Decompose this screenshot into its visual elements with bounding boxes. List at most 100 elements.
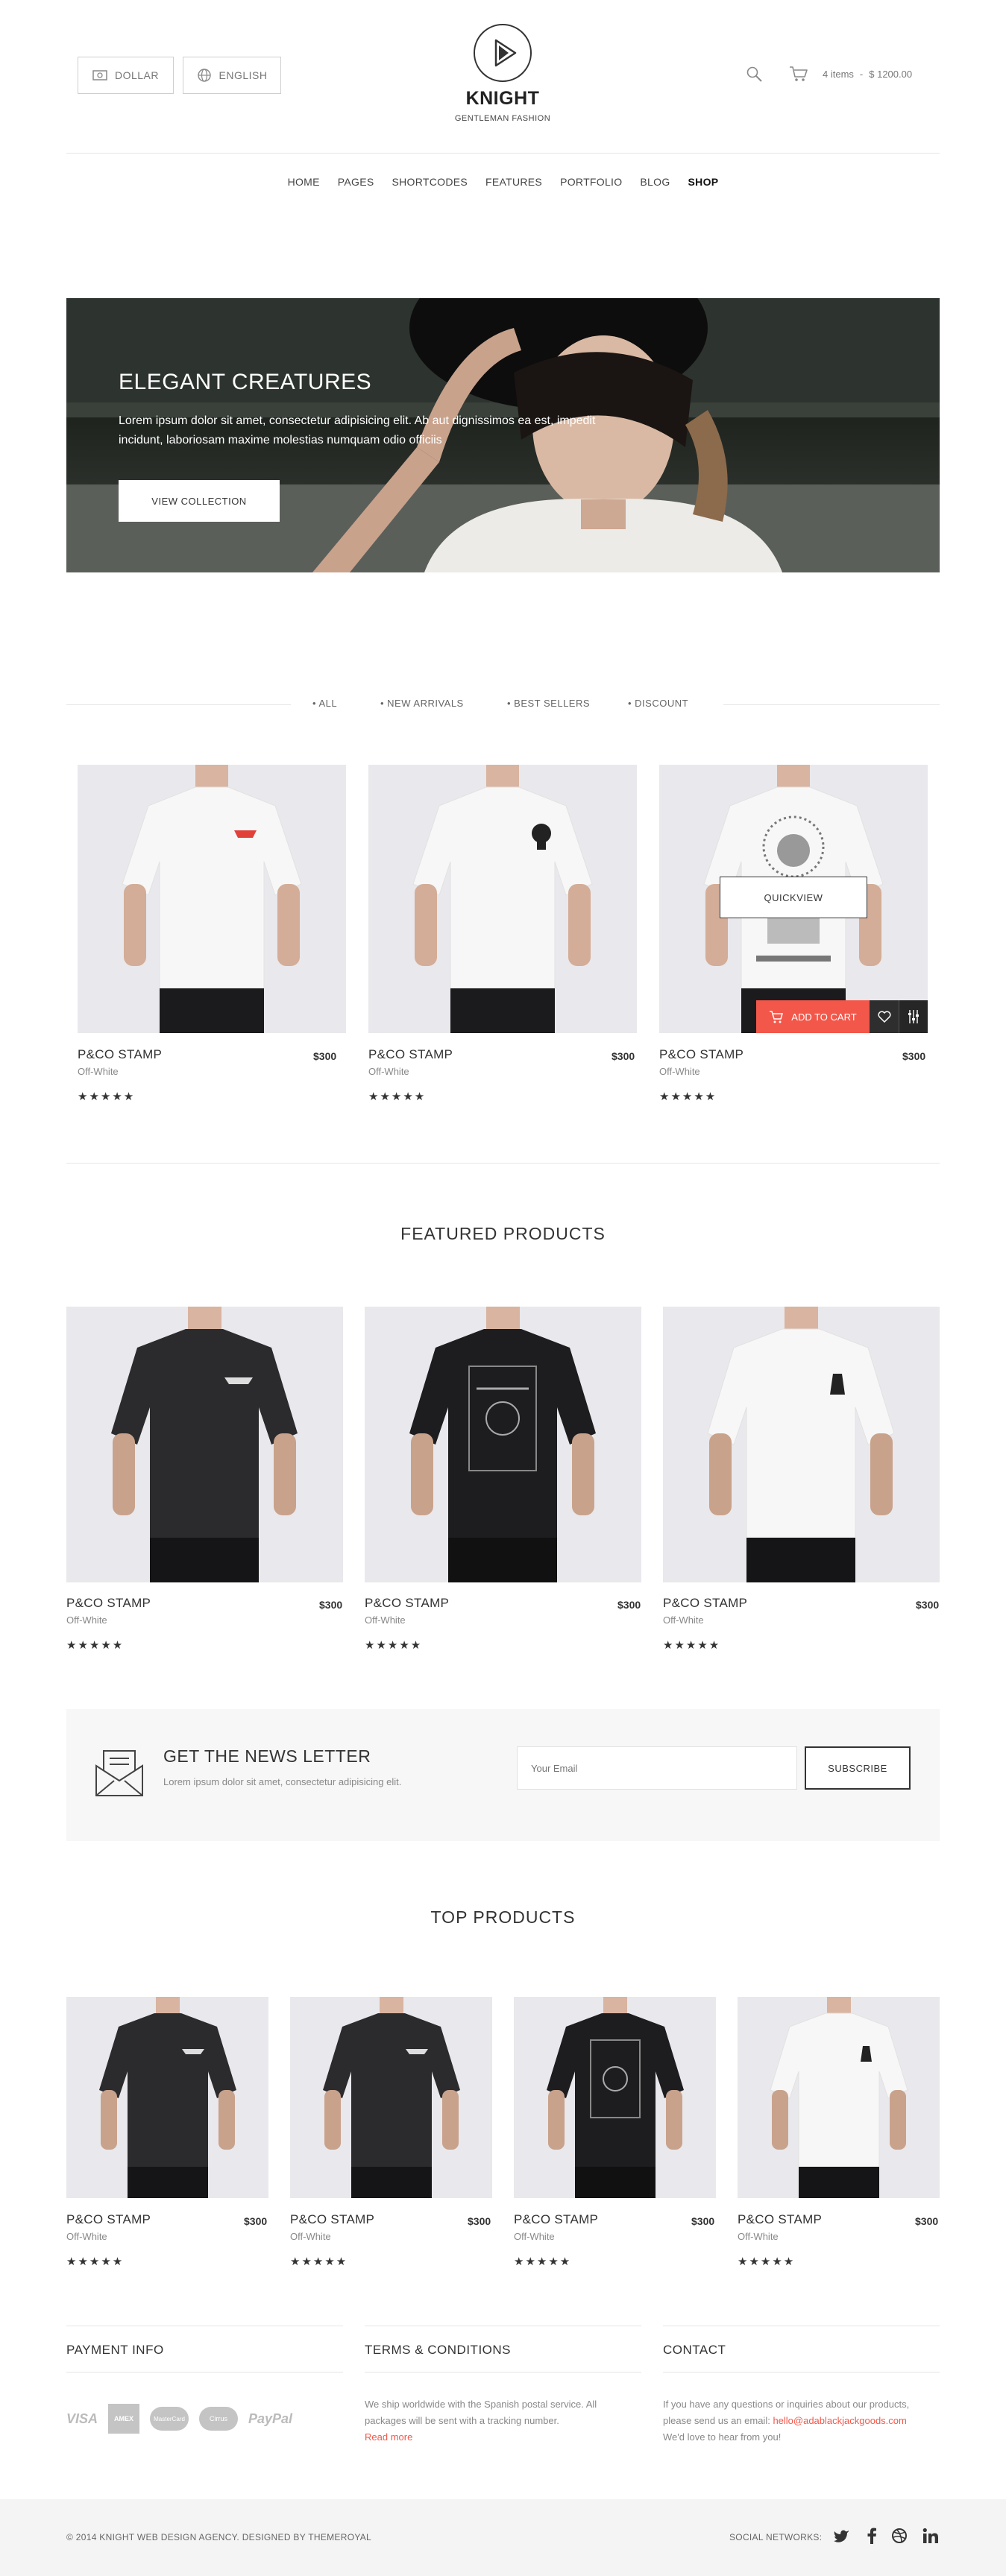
product-image[interactable] xyxy=(663,1307,940,1582)
sliders-icon xyxy=(908,1010,919,1023)
product-image[interactable] xyxy=(66,1997,268,2198)
newsletter-title: GET THE NEWS LETTER xyxy=(163,1746,371,1766)
dark-tshirt-photo xyxy=(99,1997,236,2198)
play-logo-icon xyxy=(494,39,517,67)
nav-shop[interactable]: SHOP xyxy=(688,176,719,188)
footer-col-line xyxy=(365,2372,641,2373)
product-rating: ★★★★★ xyxy=(663,1639,721,1652)
product-price: $300 xyxy=(691,2215,715,2227)
cirrus-icon: Cirrus xyxy=(199,2407,239,2431)
top-products-title: TOP PRODUCTS xyxy=(430,1907,576,1927)
logo-title[interactable]: KNIGHT xyxy=(428,88,577,110)
product-image[interactable] xyxy=(365,1307,641,1582)
add-to-cart-label: ADD TO CART xyxy=(791,1011,857,1023)
product-color: Off-White xyxy=(659,1066,700,1077)
nav-shortcodes[interactable]: SHORTCODES xyxy=(392,176,468,188)
logo-subtitle: GENTLEMAN FASHION xyxy=(454,114,551,123)
product-image[interactable]: QUICKVIEW ADD TO CART xyxy=(659,765,928,1033)
product-rating: ★★★★★ xyxy=(365,1639,423,1652)
product-price: $300 xyxy=(617,1599,641,1611)
nav-home[interactable]: HOME xyxy=(288,176,320,188)
cart-summary[interactable]: 4 items - $ 1200.00 xyxy=(823,69,912,80)
search-icon[interactable] xyxy=(746,66,763,83)
nav-portfolio[interactable]: PORTFOLIO xyxy=(560,176,622,188)
hero-banner: ELEGANT CREATURES Lorem ipsum dolor sit … xyxy=(66,298,940,572)
black-graphic-tshirt-photo xyxy=(409,1307,596,1582)
compare-button[interactable] xyxy=(899,1000,928,1033)
product-rating: ★★★★★ xyxy=(659,1090,717,1103)
filter-best-sellers[interactable]: • BEST SELLERS xyxy=(507,698,590,709)
nav-pages[interactable]: PAGES xyxy=(338,176,374,188)
product-name[interactable]: P&CO STAMP xyxy=(738,2212,822,2227)
white-tshirt-photo xyxy=(707,1307,895,1582)
social-label: SOCIAL NETWORKS: xyxy=(729,2532,823,2542)
mastercard-icon: MasterCard xyxy=(150,2407,189,2431)
product-name[interactable]: P&CO STAMP xyxy=(78,1047,162,1062)
quickview-button[interactable]: QUICKVIEW xyxy=(720,877,867,918)
newsletter-text: Lorem ipsum dolor sit amet, consectetur … xyxy=(163,1776,402,1787)
linkedin-icon[interactable] xyxy=(922,2528,939,2544)
product-color: Off-White xyxy=(78,1066,119,1077)
product-image[interactable] xyxy=(66,1307,343,1582)
visa-icon: VISA xyxy=(66,2411,98,2426)
white-tshirt-photo xyxy=(412,765,593,1033)
language-selector[interactable]: ENGLISH xyxy=(183,57,281,94)
terms-title: TERMS & CONDITIONS xyxy=(365,2343,512,2357)
view-collection-button[interactable]: VIEW COLLECTION xyxy=(119,480,280,522)
product-rating: ★★★★★ xyxy=(290,2255,348,2268)
add-to-cart-button[interactable]: ADD TO CART xyxy=(756,1000,870,1033)
product-name[interactable]: P&CO STAMP xyxy=(66,2212,151,2227)
email-input[interactable] xyxy=(517,1746,797,1790)
language-label: ENGLISH xyxy=(219,69,268,81)
heart-icon xyxy=(878,1011,890,1023)
contact-closing: We'd love to hear from you! xyxy=(663,2431,782,2443)
cart-icon[interactable] xyxy=(789,66,808,82)
product-image[interactable] xyxy=(738,1997,940,2198)
product-price: $300 xyxy=(244,2215,268,2227)
money-icon xyxy=(92,70,107,80)
product-price: $300 xyxy=(313,1050,337,1062)
main-nav: HOME PAGES SHORTCODES FEATURES PORTFOLIO… xyxy=(0,176,1006,188)
product-image[interactable] xyxy=(290,1997,492,2198)
nav-features[interactable]: FEATURES xyxy=(485,176,542,188)
facebook-icon[interactable] xyxy=(867,2528,877,2544)
dark-tshirt-photo xyxy=(111,1307,298,1582)
subscribe-button[interactable]: SUBSCRIBE xyxy=(805,1746,911,1790)
product-rating: ★★★★★ xyxy=(738,2255,796,2268)
product-image[interactable] xyxy=(78,765,346,1033)
product-name[interactable]: P&CO STAMP xyxy=(368,1047,453,1062)
currency-selector[interactable]: DOLLAR xyxy=(78,57,174,94)
contact-title: CONTACT xyxy=(663,2343,726,2357)
product-name[interactable]: P&CO STAMP xyxy=(514,2212,598,2227)
terms-body: We ship worldwide with the Spanish posta… xyxy=(365,2399,597,2426)
product-color: Off-White xyxy=(66,2231,107,2242)
product-rating: ★★★★★ xyxy=(78,1090,136,1103)
twitter-icon[interactable] xyxy=(833,2528,849,2543)
product-name[interactable]: P&CO STAMP xyxy=(663,1596,747,1611)
product-color: Off-White xyxy=(738,2231,779,2242)
terms-text: We ship worldwide with the Spanish posta… xyxy=(365,2396,633,2446)
read-more-link[interactable]: Read more xyxy=(365,2431,412,2443)
product-name[interactable]: P&CO STAMP xyxy=(290,2212,374,2227)
filter-discount[interactable]: • DISCOUNT xyxy=(628,698,688,709)
cart-separator: - xyxy=(859,69,864,80)
product-image[interactable] xyxy=(514,1997,716,2198)
filter-new-arrivals[interactable]: • NEW ARRIVALS xyxy=(380,698,464,709)
dribbble-icon[interactable] xyxy=(891,2528,908,2544)
filter-all[interactable]: • ALL xyxy=(312,698,337,709)
logo-mark[interactable] xyxy=(474,24,532,82)
product-name[interactable]: P&CO STAMP xyxy=(66,1596,151,1611)
nav-blog[interactable]: BLOG xyxy=(640,176,670,188)
globe-icon xyxy=(197,69,211,82)
product-name[interactable]: P&CO STAMP xyxy=(659,1047,744,1062)
product-color: Off-White xyxy=(663,1614,704,1626)
contact-email-link[interactable]: hello@adablackjackgoods.com xyxy=(773,2415,906,2426)
footer-bar: © 2014 KNIGHT WEB DESIGN AGENCY. DESIGNE… xyxy=(0,2499,1006,2576)
white-tshirt-photo xyxy=(122,765,302,1033)
product-name[interactable]: P&CO STAMP xyxy=(365,1596,449,1611)
footer-col-line xyxy=(66,2372,343,2373)
amex-icon: AMEX xyxy=(108,2404,140,2434)
header-divider xyxy=(66,153,940,154)
wishlist-button[interactable] xyxy=(870,1000,899,1033)
product-image[interactable] xyxy=(368,765,637,1033)
